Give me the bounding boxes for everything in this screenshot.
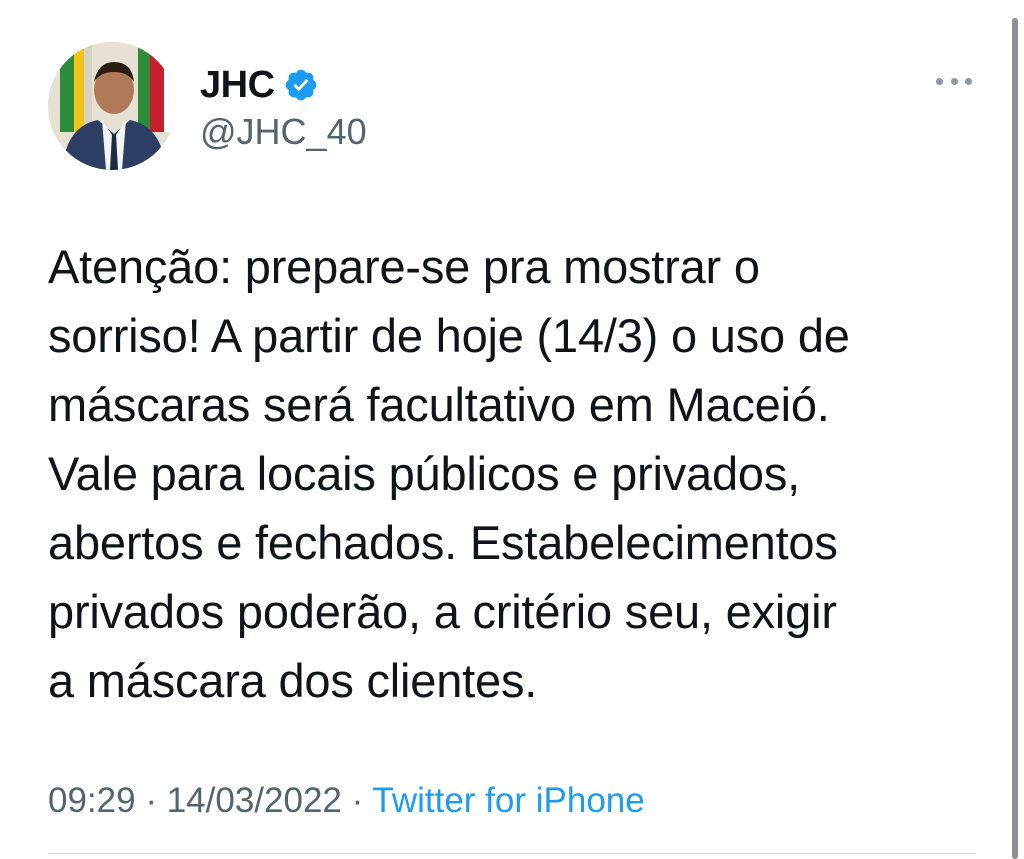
- tweet-metadata: 09:29 · 14/03/2022 · Twitter for iPhone: [48, 778, 645, 824]
- dot-icon: [950, 77, 958, 85]
- more-options-icon[interactable]: [934, 66, 974, 96]
- tweet-text-line: Vale para locais públicos e privados,: [48, 447, 800, 500]
- tweet-source-link[interactable]: Twitter for iPhone: [372, 781, 644, 820]
- author-handle[interactable]: @JHC_40: [200, 110, 367, 154]
- dot-icon: [965, 77, 972, 85]
- author-name-row[interactable]: JHC: [200, 62, 319, 108]
- dot-icon: [936, 77, 943, 85]
- display-name[interactable]: JHC: [200, 62, 275, 108]
- tweet-text-line: sorriso! A partir de hoje (14/3) o uso d…: [48, 309, 850, 362]
- scrollbar[interactable]: [1012, 18, 1018, 859]
- tweet-text-line: máscaras será facultativo em Maceió.: [48, 378, 830, 431]
- tweet-text-line: abertos e fechados. Estabelecimentos: [48, 516, 838, 569]
- meta-separator: ·: [351, 781, 364, 820]
- tweet-text: Atenção: prepare-se pra mostrar o sorris…: [48, 232, 978, 715]
- meta-separator: ·: [145, 781, 157, 820]
- tweet-detail-screen: JHC @JHC_40 Atenção: prepare-se pra most…: [0, 0, 1024, 859]
- tweet-text-line: privados poderão, a critério seu, exigir: [48, 585, 837, 638]
- divider: [48, 853, 976, 854]
- tweet-text-line: Atenção: prepare-se pra mostrar o: [48, 240, 760, 293]
- avatar-photo: [48, 42, 176, 170]
- avatar[interactable]: [48, 42, 176, 170]
- tweet-time[interactable]: 09:29: [48, 781, 136, 820]
- verified-badge-icon: [283, 67, 319, 103]
- tweet-text-line: a máscara dos clientes.: [48, 654, 538, 707]
- tweet-date[interactable]: 14/03/2022: [167, 781, 342, 820]
